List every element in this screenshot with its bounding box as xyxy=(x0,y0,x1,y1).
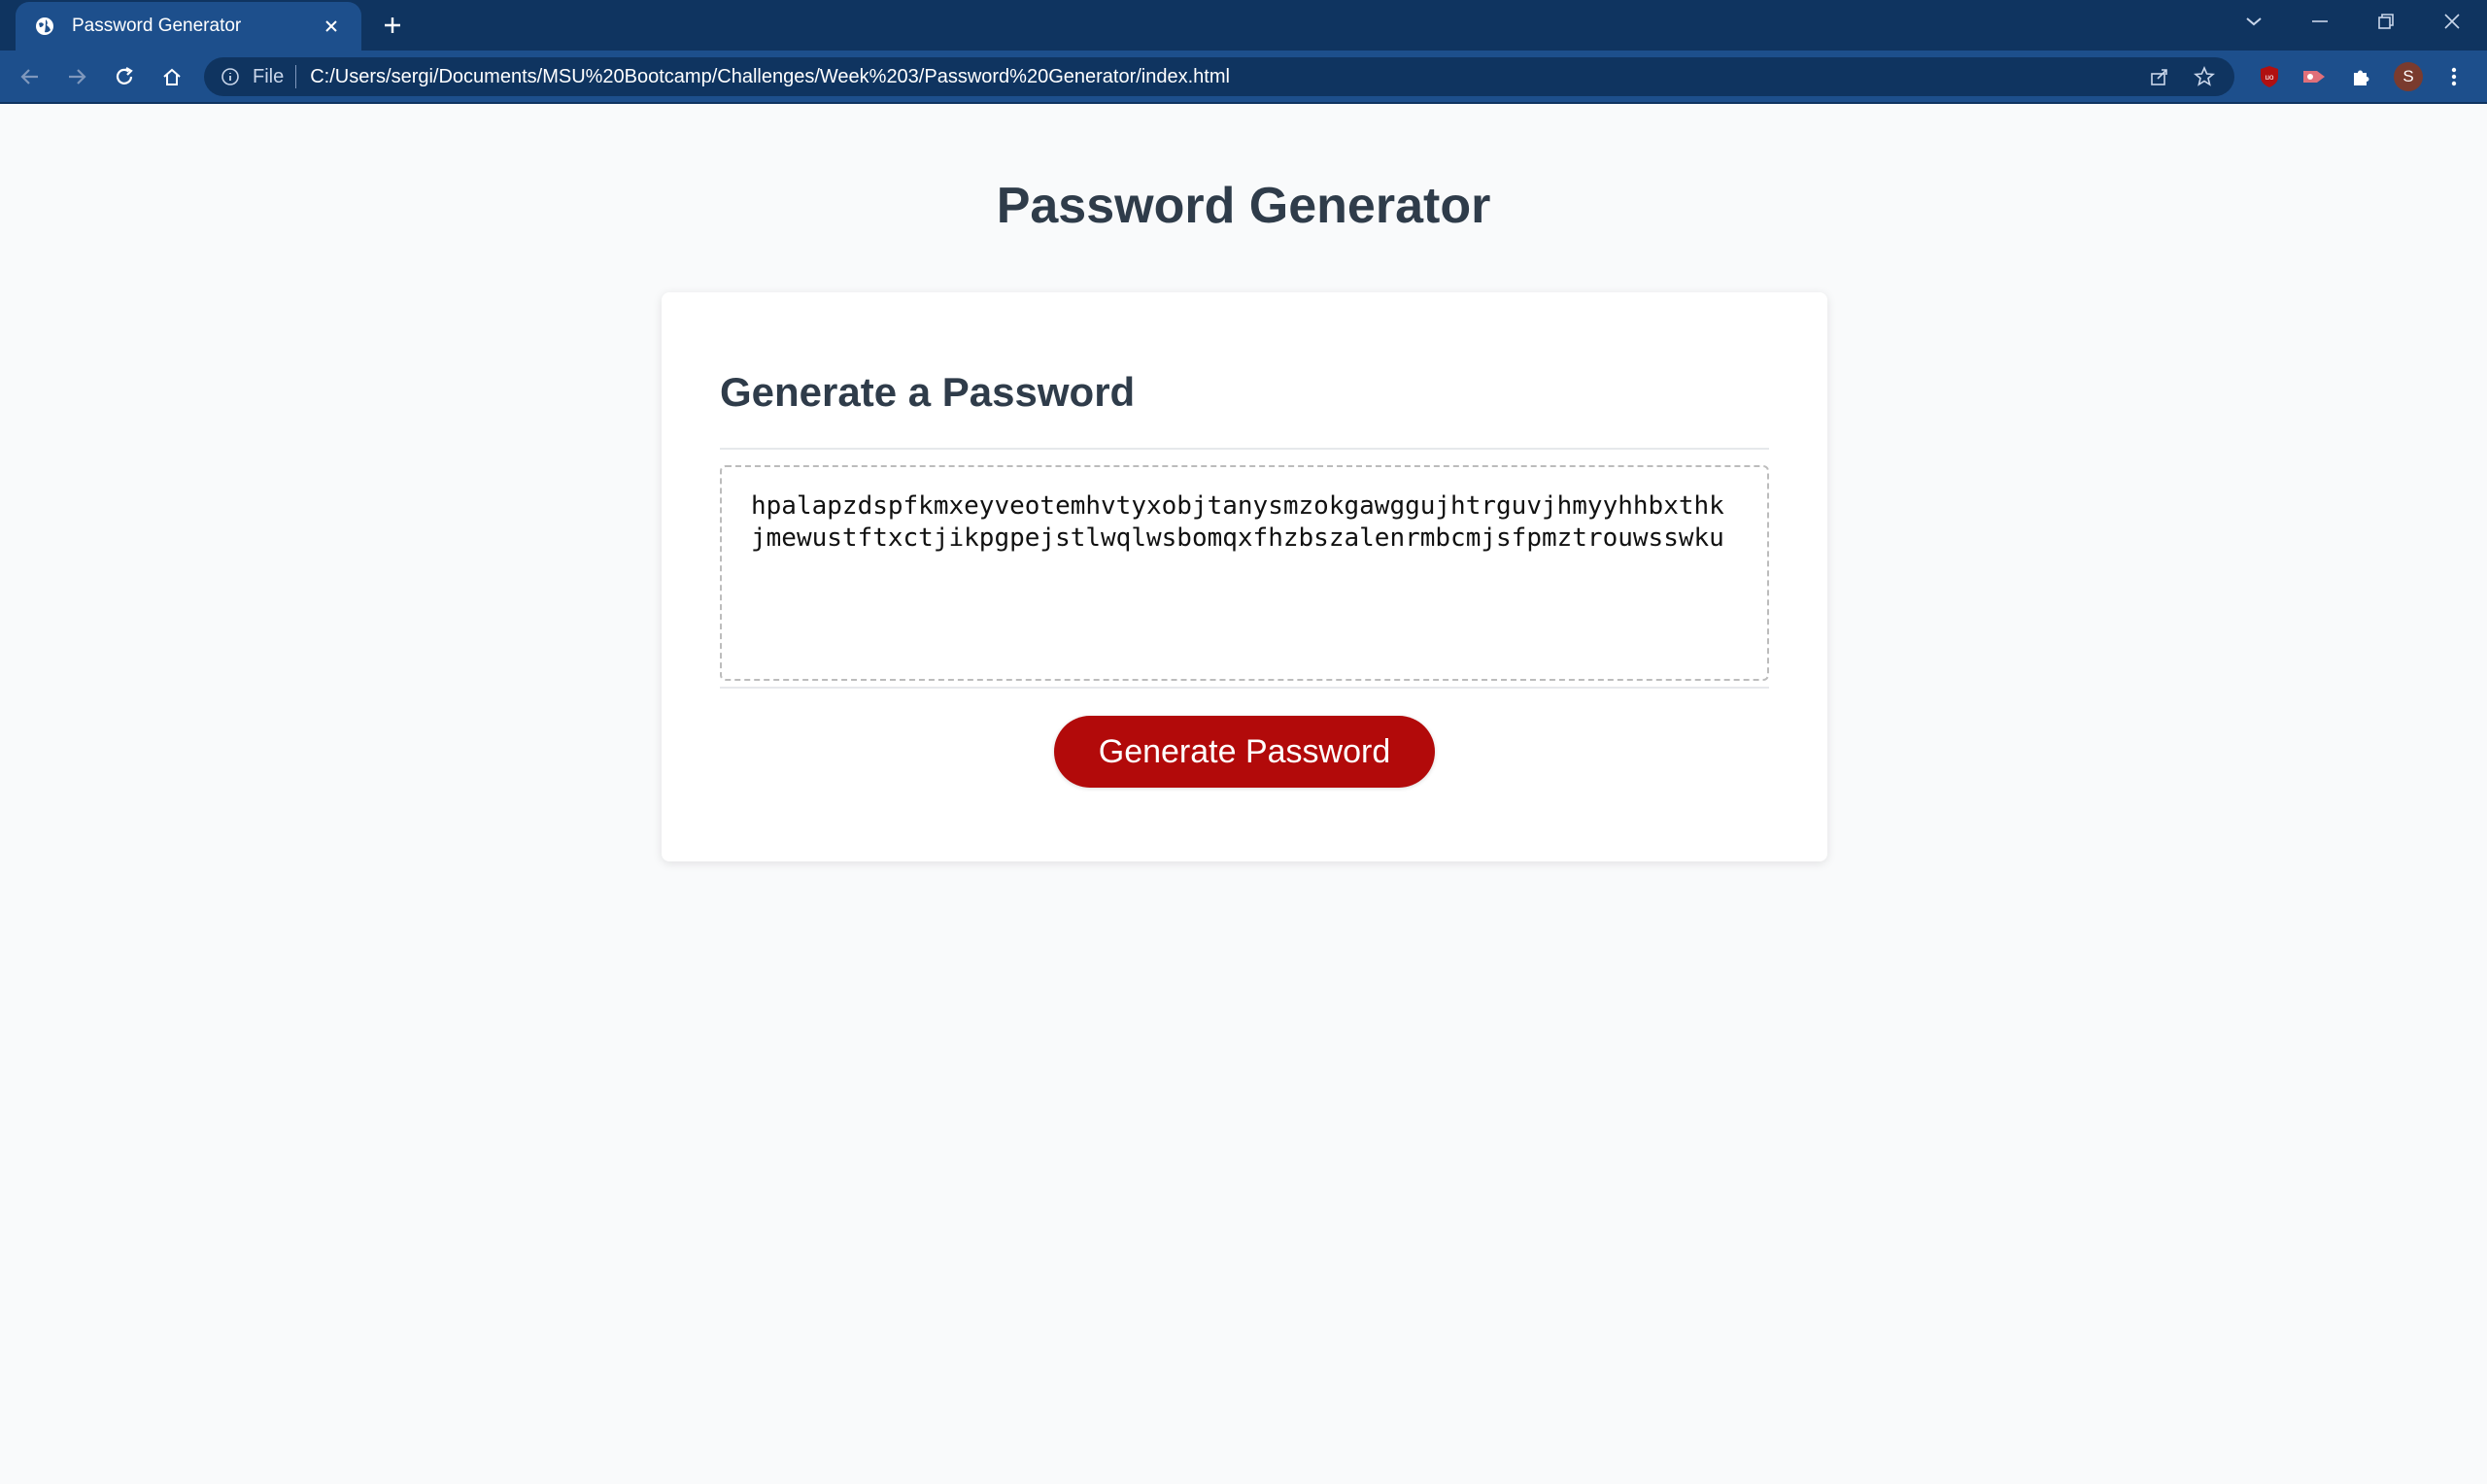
video-extension-icon[interactable] xyxy=(2300,63,2328,90)
minimize-icon[interactable] xyxy=(2302,8,2337,35)
home-icon[interactable] xyxy=(157,62,187,91)
svg-text:uo: uo xyxy=(2266,73,2274,82)
share-icon[interactable] xyxy=(2145,62,2174,91)
browser-tab[interactable]: Password Generator xyxy=(16,2,361,51)
restore-icon[interactable] xyxy=(2368,8,2403,35)
card-header: Generate a Password xyxy=(720,362,1769,450)
globe-icon xyxy=(33,15,56,38)
tab-title: Password Generator xyxy=(72,16,242,36)
card-heading: Generate a Password xyxy=(720,369,1136,415)
page-content: Password Generator Generate a Password h… xyxy=(0,104,2487,1484)
generate-password-button[interactable]: Generate Password xyxy=(1054,716,1435,788)
extensions-puzzle-icon[interactable] xyxy=(2347,63,2374,90)
address-bar[interactable]: File C:/Users/sergi/Documents/MSU%20Boot… xyxy=(204,57,2234,96)
password-textarea[interactable]: hpalapzdspfkmxeyveotemhvtyxobjtanysmzokg… xyxy=(720,465,1769,681)
card-body: hpalapzdspfkmxeyveotemhvtyxobjtanysmzokg… xyxy=(720,465,1769,689)
tab-search-chevron-icon[interactable] xyxy=(2236,8,2271,35)
reload-icon[interactable] xyxy=(110,62,139,91)
new-tab-icon[interactable] xyxy=(379,12,406,39)
profile-avatar[interactable]: S xyxy=(2394,62,2423,91)
ublock-extension-icon[interactable]: uo xyxy=(2256,63,2283,90)
close-tab-icon[interactable] xyxy=(319,14,344,39)
back-icon[interactable] xyxy=(16,62,45,91)
page-title: Password Generator xyxy=(996,178,1491,234)
window-close-icon[interactable] xyxy=(2435,8,2470,35)
more-menu-icon[interactable] xyxy=(2440,63,2468,90)
browser-toolbar: File C:/Users/sergi/Documents/MSU%20Boot… xyxy=(0,51,2487,104)
site-info-icon[interactable] xyxy=(220,66,241,87)
browser-tabstrip: Password Generator xyxy=(0,0,2487,51)
card-footer: Generate Password xyxy=(662,716,1827,788)
omnibox-separator xyxy=(295,65,297,88)
password-card: Generate a Password hpalapzdspfkmxeyveot… xyxy=(662,292,1827,861)
url-scheme-label: File xyxy=(253,65,285,87)
bookmark-star-icon[interactable] xyxy=(2190,62,2219,91)
forward-icon[interactable] xyxy=(62,62,91,91)
url-text[interactable]: C:/Users/sergi/Documents/MSU%20Bootcamp/… xyxy=(310,66,2129,88)
